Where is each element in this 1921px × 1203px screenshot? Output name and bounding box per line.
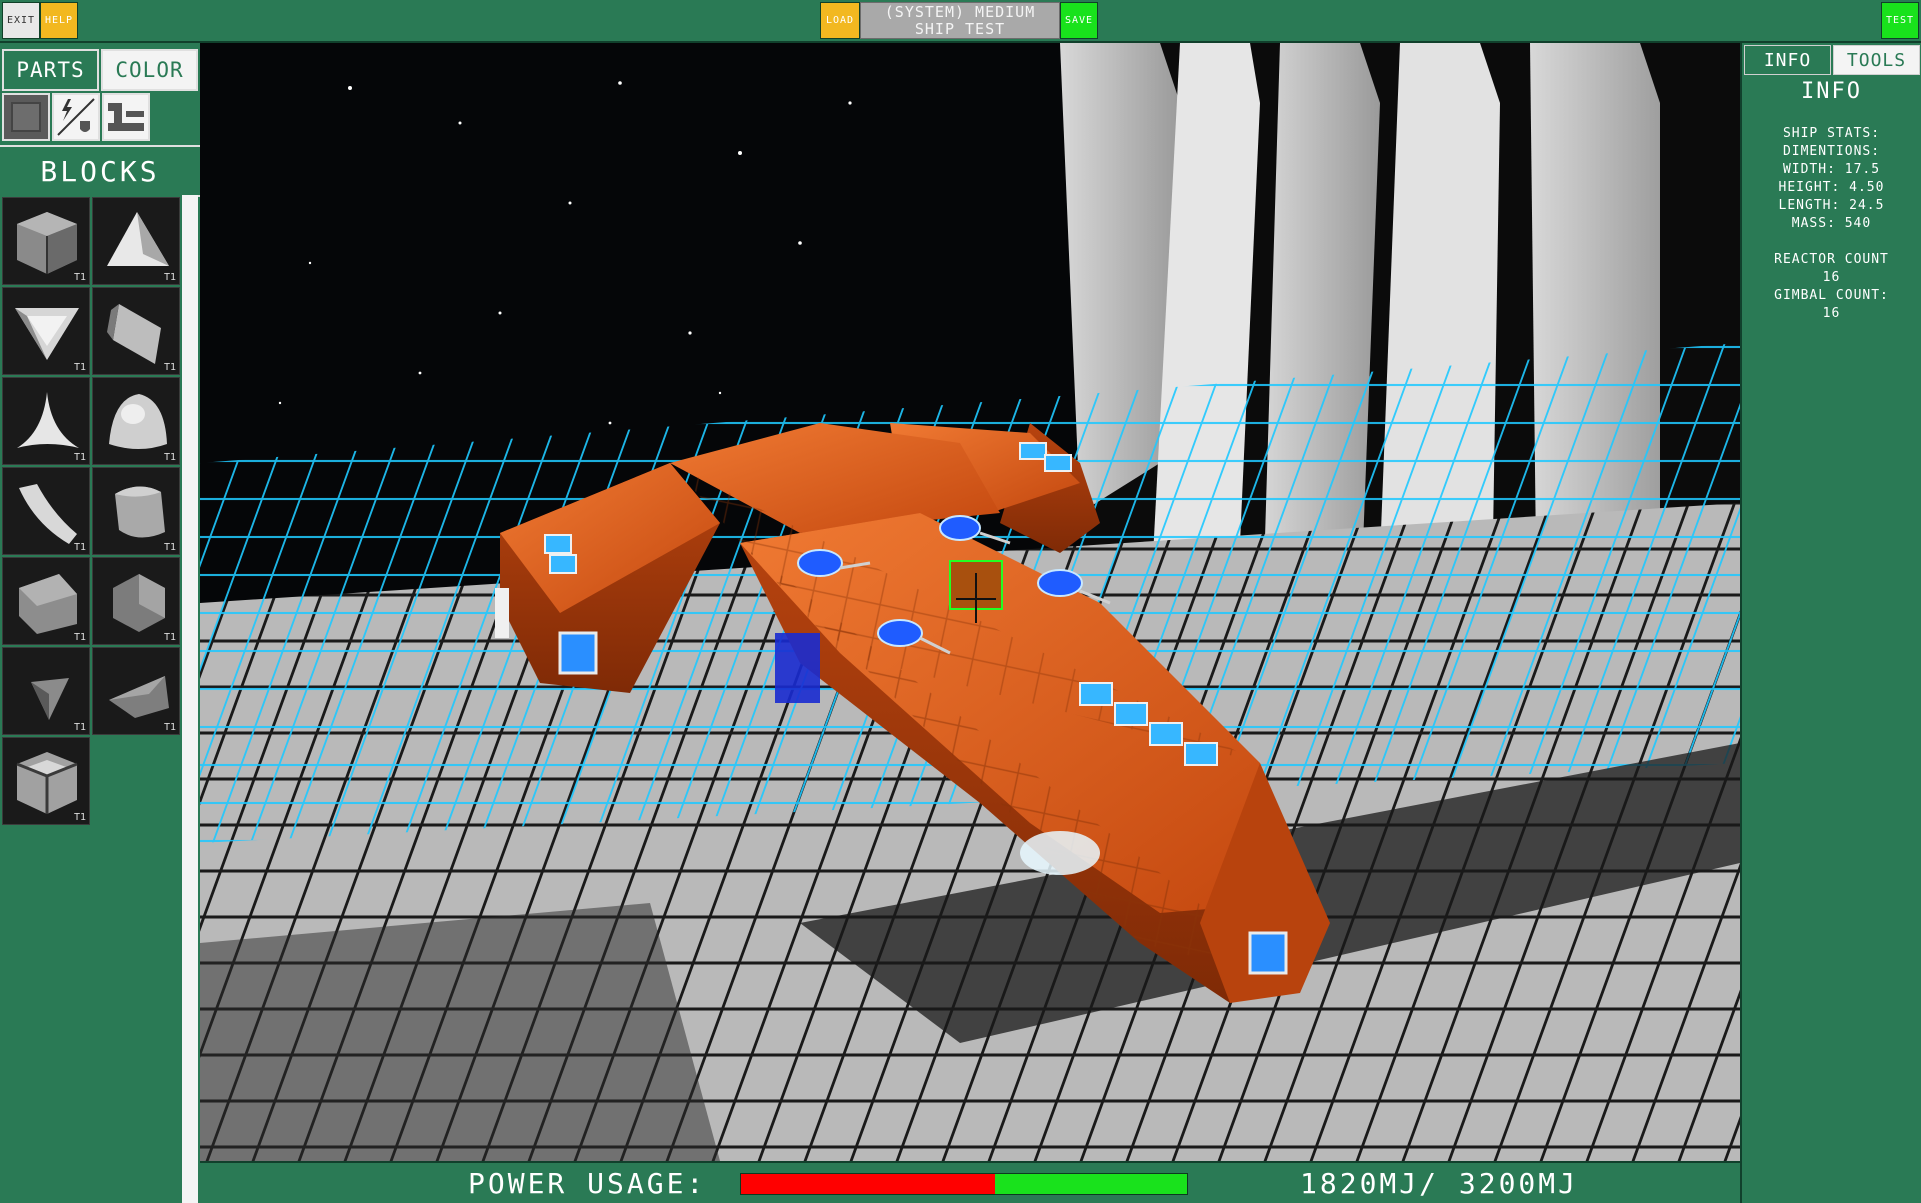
- category-structure-button[interactable]: [102, 93, 150, 141]
- ship-editor-viewport[interactable]: [200, 43, 1740, 1161]
- frame-cube-icon: [16, 752, 78, 814]
- part-tile-bevel-box[interactable]: T1: [92, 557, 180, 645]
- ship-name-title[interactable]: (SYSTEM) MEDIUM SHIP TEST: [860, 2, 1060, 39]
- test-button[interactable]: TEST: [1881, 2, 1919, 39]
- part-tile-flat-wedge[interactable]: T1: [92, 647, 180, 735]
- part-tile-curve-slope[interactable]: T1: [92, 467, 180, 555]
- part-tier-label: T1: [163, 362, 176, 373]
- part-tier-label: T1: [73, 542, 86, 553]
- ship-render-scene: [200, 43, 1740, 1161]
- part-tile-pyramid-corner[interactable]: T1: [2, 647, 90, 735]
- cube-icon: [17, 212, 77, 274]
- part-tile-inverted-corner[interactable]: T1: [2, 287, 90, 375]
- power-readout: 1820MJ/ 3200MJ: [1300, 1167, 1579, 1200]
- tab-tools[interactable]: TOOLS: [1833, 45, 1920, 75]
- part-tile-curve-wedge[interactable]: T1: [2, 467, 90, 555]
- structure-icon: [108, 103, 144, 131]
- part-tier-label: T1: [73, 272, 86, 283]
- box-slope-icon: [19, 574, 77, 634]
- parts-scrollbar[interactable]: [182, 195, 198, 1203]
- cube-block-icon: [11, 102, 41, 132]
- stats-length: LENGTH: 24.5: [1778, 198, 1885, 213]
- part-tier-label: T1: [163, 722, 176, 733]
- dome-icon: [109, 394, 167, 449]
- help-button[interactable]: HELP: [40, 2, 78, 39]
- save-button[interactable]: SAVE: [1060, 2, 1098, 39]
- curve-wedge-icon: [19, 484, 77, 544]
- stats-mass: MASS: 540: [1791, 216, 1872, 231]
- part-tier-label: T1: [163, 272, 176, 283]
- part-tile-spike[interactable]: T1: [2, 377, 90, 465]
- info-heading: INFO: [1801, 79, 1862, 104]
- power-usage-fill: [741, 1174, 995, 1194]
- part-tier-label: T1: [73, 632, 86, 643]
- power-bar-panel: POWER USAGE: 1820MJ/ 3200MJ: [200, 1161, 1740, 1203]
- part-tier-label: T1: [73, 452, 86, 463]
- part-tile-cube[interactable]: T1: [2, 197, 90, 285]
- tab-color[interactable]: COLOR: [101, 49, 198, 91]
- part-tile-frame-cube[interactable]: T1: [2, 737, 90, 825]
- starfield: [278, 81, 852, 425]
- flat-wedge-icon: [109, 676, 169, 718]
- tab-parts[interactable]: PARTS: [2, 49, 99, 91]
- top-bar: EXIT HELP LOAD (SYSTEM) MEDIUM SHIP TEST…: [0, 0, 1921, 43]
- stats-gimbal-value: 16: [1822, 306, 1841, 321]
- stats-gimbal-label: GIMBAL COUNT:: [1774, 288, 1889, 303]
- load-button[interactable]: LOAD: [820, 2, 860, 39]
- power-usage-label: POWER USAGE:: [468, 1167, 707, 1200]
- stats-title: SHIP STATS:: [1782, 126, 1881, 141]
- stats-reactor-label: REACTOR COUNT: [1774, 252, 1889, 267]
- power-usage-bar: [740, 1173, 1188, 1195]
- stats-height: HEIGHT: 4.50: [1778, 180, 1885, 195]
- curve-slope-icon: [115, 486, 165, 538]
- stats-width: WIDTH: 17.5: [1782, 162, 1881, 177]
- bevel-box-icon: [113, 574, 165, 632]
- part-tier-label: T1: [163, 542, 176, 553]
- blocks-section-title: BLOCKS: [0, 145, 200, 197]
- part-tile-dome[interactable]: T1: [92, 377, 180, 465]
- pyramid-corner-icon: [31, 678, 69, 720]
- parts-grid: T1 T1 T1 T1 T1 T1 T1 T1 T1 T1 T1 T1 T1: [0, 195, 182, 1203]
- part-tier-label: T1: [73, 362, 86, 373]
- stats-dimensions: DIMENTIONS:: [1782, 144, 1881, 159]
- part-tile-tetra[interactable]: T1: [92, 197, 180, 285]
- stats-reactor-value: 16: [1822, 270, 1841, 285]
- part-tier-label: T1: [73, 812, 86, 823]
- spike-icon: [17, 392, 79, 448]
- part-tier-label: T1: [163, 452, 176, 463]
- ship-stats: SHIP STATS: DIMENTIONS: WIDTH: 17.5 HEIG…: [1742, 125, 1921, 323]
- systems-icon: [57, 98, 95, 136]
- ship-title-line2: SHIP TEST: [914, 20, 1006, 38]
- tab-info[interactable]: INFO: [1744, 45, 1831, 75]
- part-tier-label: T1: [73, 722, 86, 733]
- category-systems-button[interactable]: [52, 93, 100, 141]
- part-tier-label: T1: [163, 632, 176, 643]
- part-tile-box-slope[interactable]: T1: [2, 557, 90, 645]
- part-tile-slope[interactable]: T1: [92, 287, 180, 375]
- ship-title-line1: (SYSTEM) MEDIUM: [884, 3, 1036, 21]
- inverted-corner-icon: [15, 308, 79, 360]
- exit-button[interactable]: EXIT: [2, 2, 40, 39]
- category-blocks-button[interactable]: [2, 93, 50, 141]
- info-panel: INFO TOOLS INFO SHIP STATS: DIMENTIONS: …: [1740, 43, 1921, 1203]
- parts-panel: PARTS COLOR BLOCKS T1 T1 T1 T1 T1 T1 T1 T1 T1 T1 T…: [0, 43, 200, 1203]
- tetra-icon: [107, 212, 169, 266]
- slope-icon: [107, 304, 161, 364]
